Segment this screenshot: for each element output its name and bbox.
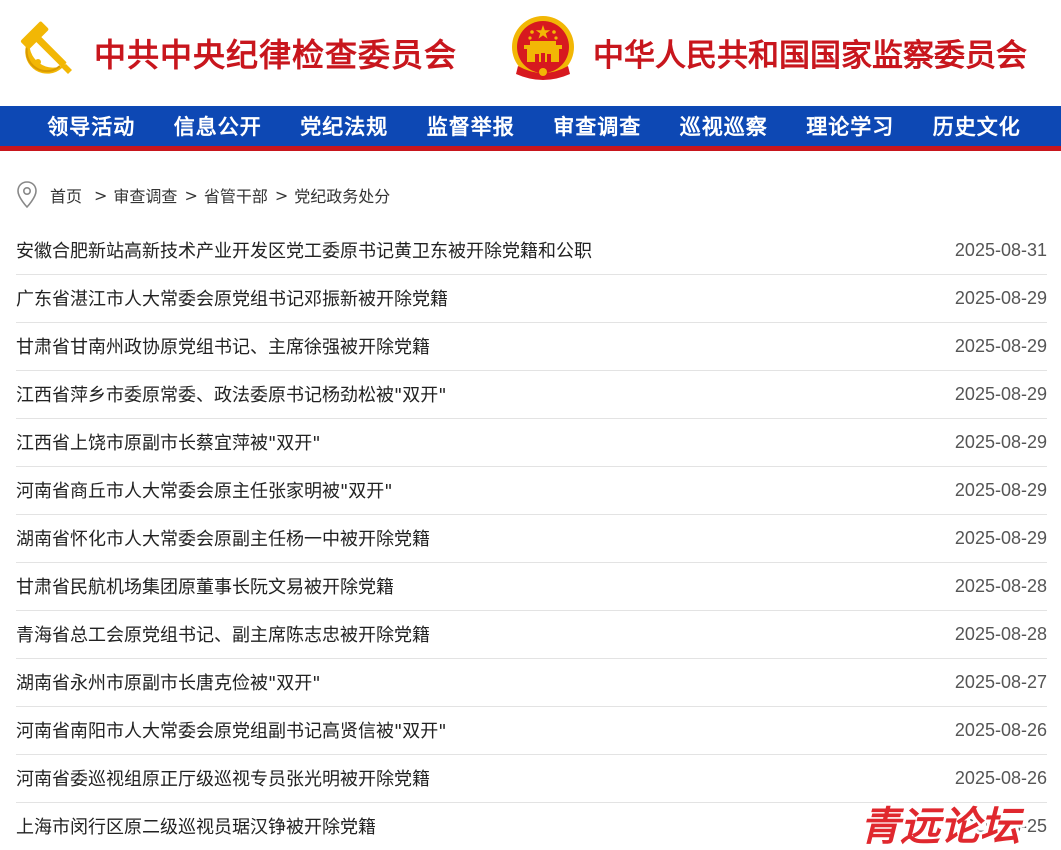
breadcrumb: 首页 > 审查调查 > 省管干部 > 党纪政务处分 [16,178,390,212]
article-title[interactable]: 上海市闵行区原二级巡视员琚汉铮被开除党籍 [16,813,376,839]
article-title[interactable]: 甘肃省民航机场集团原董事长阮文易被开除党籍 [16,573,394,599]
list-item[interactable]: 甘肃省民航机场集团原董事长阮文易被开除党籍 2025-08-28 [16,563,1047,611]
article-list: 安徽合肥新站高新技术产业开发区党工委原书记黄卫东被开除党籍和公职 2025-08… [16,227,1047,850]
article-title[interactable]: 河南省委巡视组原正厅级巡视专员张光明被开除党籍 [16,765,430,791]
nav-item-inspection[interactable]: 巡视巡察 [661,111,788,141]
list-item[interactable]: 河南省商丘市人大常委会原主任张家明被"双开" 2025-08-29 [16,467,1047,515]
list-item[interactable]: 河南省南阳市人大常委会原党组副书记高贤信被"双开" 2025-08-26 [16,707,1047,755]
article-title[interactable]: 河南省南阳市人大常委会原党组副书记高贤信被"双开" [16,717,447,743]
page: 中共中央纪律检查委员会 中华人民共和国国家监察委员会 领导活动 信息公开 党纪法… [0,0,1061,850]
breadcrumb-separator: > [274,185,289,205]
site-header: 中共中央纪律检查委员会 中华人民共和国国家监察委员会 [0,0,1061,106]
list-item[interactable]: 湖南省永州市原副市长唐克俭被"双开" 2025-08-27 [16,659,1047,707]
main-nav: 领导活动 信息公开 党纪法规 监督举报 审查调查 巡视巡察 理论学习 历史文化 [0,106,1061,151]
list-item[interactable]: 河南省委巡视组原正厅级巡视专员张光明被开除党籍 2025-08-26 [16,755,1047,803]
list-item[interactable]: 甘肃省甘南州政协原党组书记、主席徐强被开除党籍 2025-08-29 [16,323,1047,371]
location-pin-icon [17,181,37,209]
list-item[interactable]: 湖南省怀化市人大常委会原副主任杨一中被开除党籍 2025-08-29 [16,515,1047,563]
article-title[interactable]: 江西省上饶市原副市长蔡宜萍被"双开" [16,429,321,455]
article-date: 2025-08-29 [954,432,1047,452]
nav-item-info-disclosure[interactable]: 信息公开 [155,111,282,141]
article-date: 2025-08-29 [954,480,1047,500]
breadcrumb-investigation[interactable]: 审查调查 [113,183,177,207]
site-title-ccdi[interactable]: 中共中央纪律检查委员会 [94,30,457,76]
breadcrumb-current[interactable]: 党纪政务处分 [294,183,390,207]
article-date: 2025-08-29 [954,288,1047,308]
breadcrumb-separator: > [94,185,108,205]
article-date: 2025-08-27 [954,672,1047,692]
article-title[interactable]: 广东省湛江市人大常委会原党组书记邓振新被开除党籍 [16,285,448,311]
list-item[interactable]: 广东省湛江市人大常委会原党组书记邓振新被开除党籍 2025-08-29 [16,275,1047,323]
article-title[interactable]: 安徽合肥新站高新技术产业开发区党工委原书记黄卫东被开除党籍和公职 [16,237,592,263]
site-title-nsc[interactable]: 中华人民共和国国家监察委员会 [593,30,1027,75]
nav-item-report[interactable]: 监督举报 [408,111,535,141]
breadcrumb-home[interactable]: 首页 [50,183,82,207]
article-title[interactable]: 湖南省怀化市人大常委会原副主任杨一中被开除党籍 [16,525,430,551]
breadcrumb-provincial-cadres[interactable]: 省管干部 [204,183,268,207]
article-date: 2025-08-29 [954,384,1047,404]
article-date: 2025-08-28 [954,624,1047,644]
article-date: 2025-08-26 [954,720,1047,740]
article-title[interactable]: 甘肃省甘南州政协原党组书记、主席徐强被开除党籍 [16,333,430,359]
list-item[interactable]: 安徽合肥新站高新技术产业开发区党工委原书记黄卫东被开除党籍和公职 2025-08… [16,227,1047,275]
article-date: 2025-08-28 [954,576,1047,596]
nav-item-regulations[interactable]: 党纪法规 [281,111,408,141]
nav-item-leadership[interactable]: 领导活动 [28,111,155,141]
breadcrumb-separator: > [184,185,198,205]
hammer-sickle-icon[interactable] [16,16,78,78]
article-date: 2025-08-26 [954,768,1047,788]
article-title[interactable]: 河南省商丘市人大常委会原主任张家明被"双开" [16,477,393,503]
list-item[interactable]: 江西省上饶市原副市长蔡宜萍被"双开" 2025-08-29 [16,419,1047,467]
article-title[interactable]: 青海省总工会原党组书记、副主席陈志忠被开除党籍 [16,621,430,647]
national-emblem-icon[interactable] [510,14,576,82]
nav-item-investigation[interactable]: 审查调查 [534,111,661,141]
article-date: 2025-08-29 [954,336,1047,356]
article-date: 2025-08-31 [954,240,1047,260]
list-item[interactable]: 江西省萍乡市委原常委、政法委原书记杨劲松被"双开" 2025-08-29 [16,371,1047,419]
nav-items: 领导活动 信息公开 党纪法规 监督举报 审查调查 巡视巡察 理论学习 历史文化 [28,106,1040,146]
article-date: 2025-08-29 [954,528,1047,548]
article-title[interactable]: 江西省萍乡市委原常委、政法委原书记杨劲松被"双开" [16,381,447,407]
svg-text:青远论坛: 青远论坛 [860,804,1025,850]
list-item[interactable]: 青海省总工会原党组书记、副主席陈志忠被开除党籍 2025-08-28 [16,611,1047,659]
nav-item-theory[interactable]: 理论学习 [787,111,914,141]
article-title[interactable]: 湖南省永州市原副市长唐克俭被"双开" [16,669,321,695]
nav-item-history[interactable]: 历史文化 [914,111,1041,141]
forum-watermark-logo: 青远论坛 青远论坛 [858,801,1028,850]
